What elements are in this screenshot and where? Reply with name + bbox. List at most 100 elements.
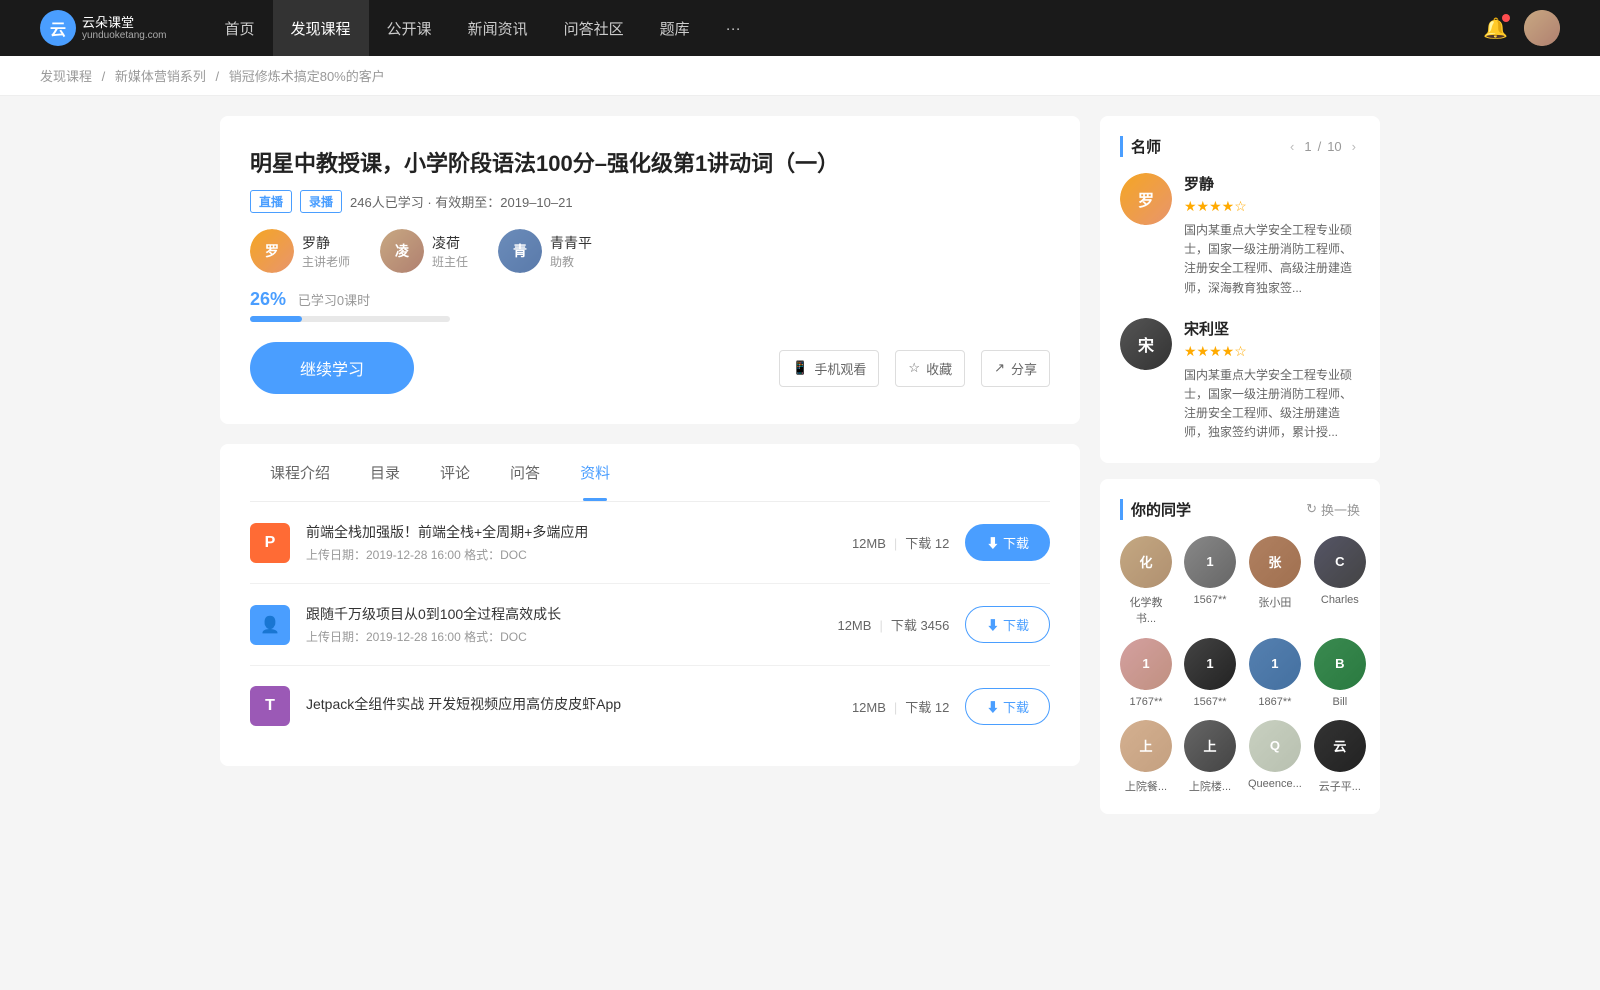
instructor-凌荷: 凌 凌荷 班主任 [380,229,468,273]
instructor-name: 凌荷 [432,233,468,253]
classmate-item-1[interactable]: 1 1567** [1184,536,1236,626]
teacher-stars: ★★★★☆ [1184,343,1360,360]
nav-item-新闻资讯[interactable]: 新闻资讯 [450,0,546,56]
nav-item-发现课程[interactable]: 发现课程 [273,0,369,56]
material-item-2: T Jetpack全组件实战 开发短视频应用高仿皮皮虾App 12MB|下载 1… [250,666,1050,746]
classmate-item-4[interactable]: 1 1767** [1120,638,1172,708]
classmate-item-8[interactable]: 上 上院餐... [1120,720,1172,794]
avatar-circle: 罗 [250,229,294,273]
classmate-name: 1767** [1129,696,1162,708]
breadcrumb-sep: / [98,69,109,84]
tab-问答[interactable]: 问答 [490,444,560,501]
material-item-0: P 前端全栈加强版！前端全栈+全周期+多端应用 上传日期：2019-12-28 … [250,502,1050,584]
tab-评论[interactable]: 评论 [420,444,490,501]
instructor-罗静: 罗 罗静 主讲老师 [250,229,350,273]
logo-text-block: 云朵课堂 yunduoketang.com [82,15,167,42]
instructor-青青平: 青 青青平 助教 [498,229,592,273]
refresh-icon: ↻ [1306,501,1317,517]
course-actions: 继续学习 📱 手机观看 ☆ 收藏 ↗ 分享 [250,342,1050,394]
classmates-card: 你的同学 ↻ 换一换 化 化学教书... 1 1567** 张 张小田 C Ch… [1100,479,1380,814]
refresh-button[interactable]: ↻ 换一换 [1306,500,1360,519]
material-info: 跟随千万级项目从0到100全过程高效成长 上传日期：2019-12-28 16:… [306,604,821,645]
tabs-header: 课程介绍目录评论问答资料 [250,444,1050,502]
course-meta: 246人已学习 · 有效期至：2019–10–21 [350,192,573,211]
breadcrumb-item-2[interactable]: 销冠修炼术搞定80%的客户 [229,69,385,84]
instructor-avatar: 青 [498,229,542,273]
classmates-title: 你的同学 [1120,499,1191,520]
teacher-name: 罗静 [1184,173,1360,194]
right-sidebar: 名师 ‹ 1 / 10 › 罗 罗静 ★★★★☆ 国内某重点大学安全工程专业硕士… [1100,116,1380,830]
classmate-avatar: Q [1249,720,1301,772]
teacher-stars: ★★★★☆ [1184,198,1360,215]
logo[interactable]: 云 云朵课堂 yunduoketang.com [40,10,167,46]
user-avatar-nav[interactable] [1524,10,1560,46]
classmate-avatar: 1 [1249,638,1301,690]
classmate-item-6[interactable]: 1 1867** [1248,638,1302,708]
instructor-avatar: 罗 [250,229,294,273]
instructor-info: 凌荷 班主任 [432,233,468,270]
nav-right: 🔔 [1483,10,1560,46]
material-stats: 12MB|下载 12 [852,533,949,552]
next-page-btn[interactable]: › [1348,137,1360,156]
classmate-avatar: 张 [1249,536,1301,588]
progress-section: 26% 已学习0课时 [250,289,1050,322]
nav-item-···[interactable]: ··· [708,0,759,56]
teacher-details: 罗静 ★★★★☆ 国内某重点大学安全工程专业硕士，国家一级注册消防工程师、注册安… [1184,173,1360,298]
prev-page-btn[interactable]: ‹ [1286,137,1298,156]
classmate-name: 上院楼... [1189,778,1231,794]
share-button[interactable]: ↗ 分享 [981,350,1050,387]
nav-item-公开课[interactable]: 公开课 [369,0,450,56]
refresh-label: 换一换 [1321,500,1360,519]
teacher-details: 宋利坚 ★★★★☆ 国内某重点大学安全工程专业硕士，国家一级注册消防工程师、注册… [1184,318,1360,443]
logo-sub: yunduoketang.com [82,30,167,41]
classmate-item-2[interactable]: 张 张小田 [1248,536,1302,626]
nav-item-题库[interactable]: 题库 [642,0,708,56]
tab-目录[interactable]: 目录 [350,444,420,501]
classmate-name: Queence... [1248,778,1302,790]
star-icon: ☆ [908,360,920,376]
main-container: 明星中教授课，小学阶段语法100分–强化级第1讲动词（一） 直播 录播 246人… [200,116,1400,830]
teacher-avatar: 罗 [1120,173,1172,225]
classmate-name: 1567** [1193,696,1226,708]
tab-课程介绍[interactable]: 课程介绍 [250,444,350,501]
classmate-item-7[interactable]: B Bill [1314,638,1366,708]
download-button-2[interactable]: ⬇ 下载 [965,688,1050,725]
nav-item-问答社区[interactable]: 问答社区 [546,0,642,56]
classmate-item-3[interactable]: C Charles [1314,536,1366,626]
material-icon: 👤 [250,605,290,645]
share-icon: ↗ [994,360,1005,376]
breadcrumb-item-1[interactable]: 新媒体营销系列 [115,69,206,84]
classmate-name: 化学教书... [1120,594,1172,626]
badge-record: 录播 [300,190,342,213]
download-button-1[interactable]: ⬇ 下载 [965,606,1050,643]
classmate-name: 1867** [1258,696,1291,708]
breadcrumb-item-0[interactable]: 发现课程 [40,69,92,84]
notification-bell[interactable]: 🔔 [1483,16,1508,41]
classmate-item-9[interactable]: 上 上院楼... [1184,720,1236,794]
classmate-name: 1567** [1193,594,1226,606]
classmate-item-11[interactable]: 云 云子平... [1314,720,1366,794]
classmate-item-0[interactable]: 化 化学教书... [1120,536,1172,626]
instructor-info: 青青平 助教 [550,233,592,270]
progress-bar-fill [250,316,302,322]
continue-button[interactable]: 继续学习 [250,342,414,394]
navbar: 云 云朵课堂 yunduoketang.com 首页发现课程公开课新闻资讯问答社… [0,0,1600,56]
teacher-desc: 国内某重点大学安全工程专业硕士，国家一级注册消防工程师、注册安全工程师、级注册建… [1184,366,1360,443]
teacher-item-罗静: 罗 罗静 ★★★★☆ 国内某重点大学安全工程专业硕士，国家一级注册消防工程师、注… [1120,173,1360,298]
download-button-0[interactable]: ⬇ 下载 [965,524,1050,561]
phone-watch-button[interactable]: 📱 手机观看 [779,350,879,387]
nav-item-首页[interactable]: 首页 [207,0,273,56]
classmate-avatar: 云 [1314,720,1366,772]
classmate-item-10[interactable]: Q Queence... [1248,720,1302,794]
page-total: 10 [1327,139,1341,154]
material-stats: 12MB|下载 12 [852,697,949,716]
tabs-body: P 前端全栈加强版！前端全栈+全周期+多端应用 上传日期：2019-12-28 … [250,502,1050,766]
classmate-avatar: B [1314,638,1366,690]
instructor-role: 班主任 [432,253,468,270]
progress-label: 26% [250,289,286,309]
classmate-avatar: C [1314,536,1366,588]
tab-资料[interactable]: 资料 [560,444,630,501]
classmate-item-5[interactable]: 1 1567** [1184,638,1236,708]
course-title: 明星中教授课，小学阶段语法100分–强化级第1讲动词（一） [250,146,1050,178]
collect-button[interactable]: ☆ 收藏 [895,350,965,387]
